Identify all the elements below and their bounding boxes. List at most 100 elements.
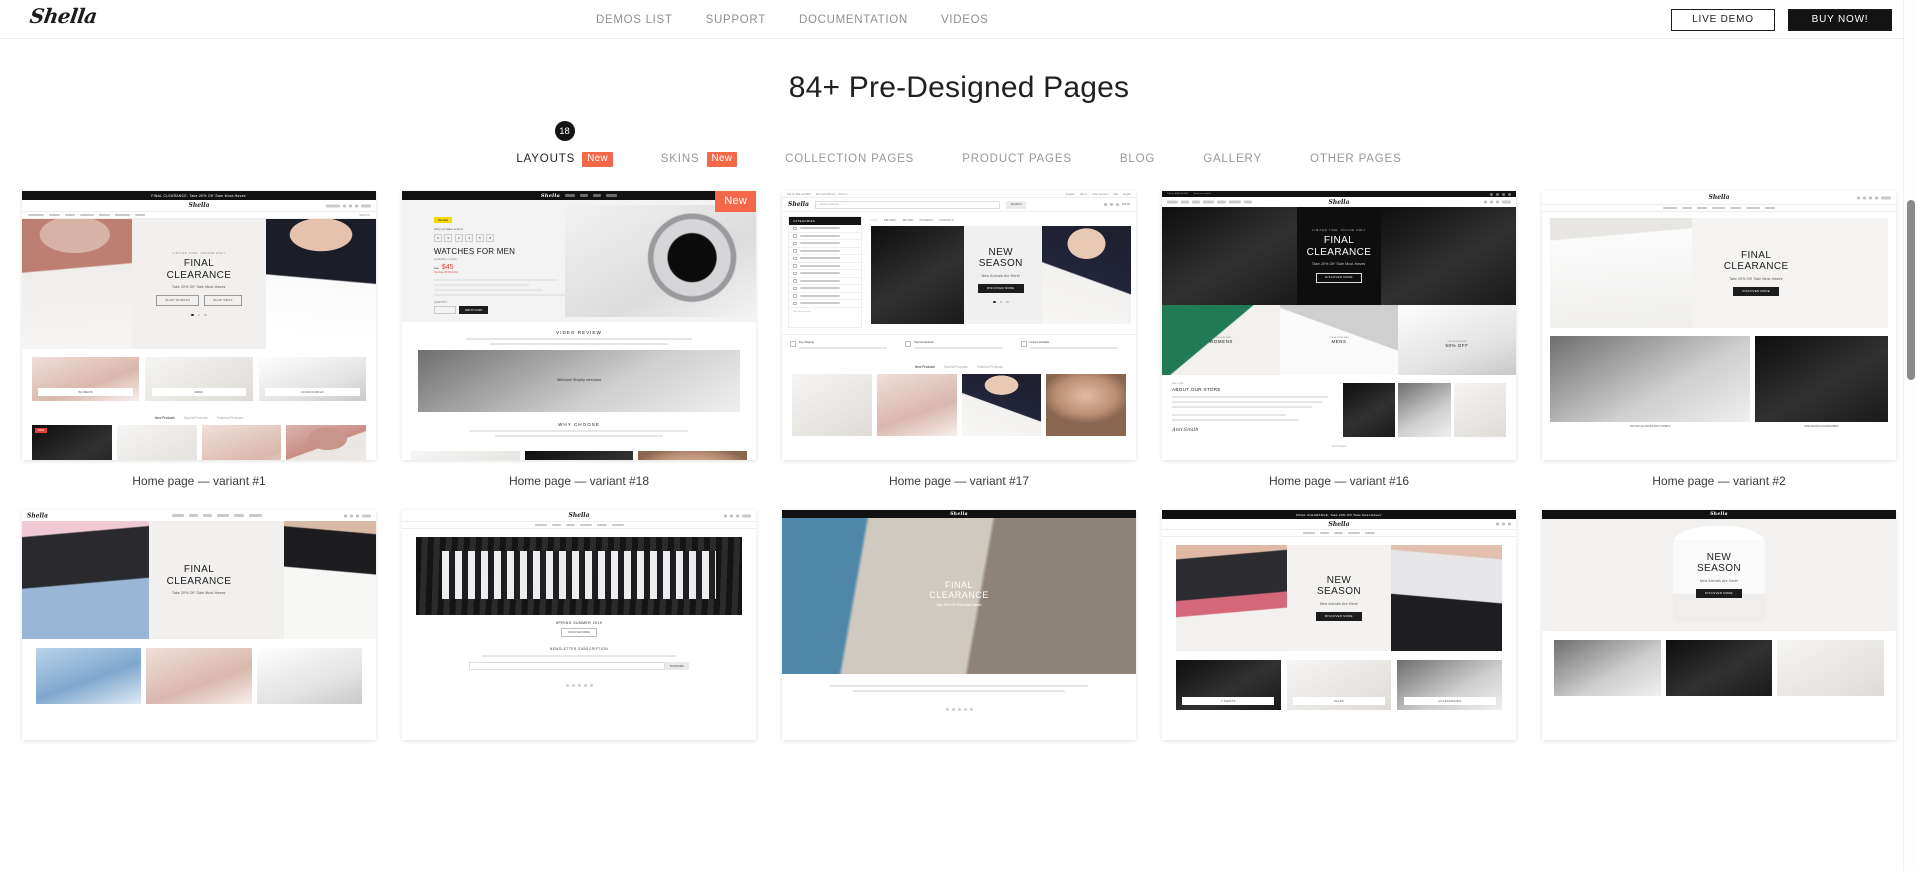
mini-pill	[49, 213, 60, 217]
buy-now-button[interactable]: BUY NOW!	[1788, 8, 1892, 31]
demo-thumbnail-row2-3[interactable]: Shella FINAL CLEARANCE Take 20% Off 'Sal…	[782, 510, 1136, 740]
mini-header: Shella	[22, 200, 376, 211]
sidebar-item[interactable]	[789, 285, 862, 293]
why-tile	[524, 451, 634, 460]
product-thumb	[146, 648, 252, 704]
sidebar-item[interactable]	[789, 270, 862, 278]
newsletter-input[interactable]	[469, 662, 665, 670]
user-icon	[1869, 196, 1872, 199]
topbar-order-services[interactable]: Order Services	[1092, 193, 1108, 196]
tab-blog[interactable]: BLOG	[1096, 149, 1179, 169]
sidebar-item[interactable]	[789, 263, 862, 270]
sidebar-item[interactable]	[789, 248, 862, 255]
nav-item-demos-list[interactable]: DEMOS LIST	[596, 14, 673, 26]
tab-layouts-new-badge: New	[582, 151, 613, 167]
tab-other-pages[interactable]: OTHER PAGES	[1286, 149, 1426, 169]
menu-shop[interactable]: SHOP	[871, 219, 878, 222]
hero-subtitle: Take 20% Off 'Sale Must-Haves'	[171, 591, 227, 596]
tab-product-pages[interactable]: PRODUCT PAGES	[938, 149, 1096, 169]
collection-tile: COLLECTION 2019 WOMENS	[1162, 305, 1280, 375]
hero-eyebrow: LIMITED TIME. ONLINE ONLY	[172, 250, 226, 255]
sidebar-item[interactable]	[789, 225, 862, 233]
newsletter-section: NEWSLETTER SUBSCRIPTION SUBSCRIBE	[402, 647, 756, 670]
demo-caption: Home page — variant #1	[132, 474, 266, 488]
nav-item-videos[interactable]: VIDEOS	[941, 14, 989, 26]
sidebar-more-link[interactable]: See all categories...	[789, 308, 861, 313]
tile-label: MENS	[1331, 338, 1347, 344]
demo-thumbnail-row2-1[interactable]: Shella FINAL CLEARANCE Take 20% Off 'Sal…	[22, 510, 376, 740]
mini-header: Shella	[402, 510, 756, 521]
hero-line-1: NEW	[1706, 551, 1732, 563]
demo-thumbnail-row2-2[interactable]: Shella SPRING SUMMER 2019 DISCOVER MORE …	[402, 510, 756, 740]
product-thumb	[961, 374, 1042, 436]
demo-thumbnail-row2-5[interactable]: Shella NEW SEASON New Arrivals Are Here!…	[1542, 510, 1896, 740]
user-icon	[1502, 522, 1505, 526]
mini-search-input[interactable]: Search products...	[814, 200, 1000, 209]
menu-return[interactable]: RETURN	[903, 219, 914, 222]
mini-hero: FINAL CLEARANCE Take 20% Off 'Sale Must-…	[1550, 218, 1888, 328]
mini-product-band	[22, 639, 376, 713]
live-demo-button[interactable]: LIVE DEMO	[1671, 8, 1775, 31]
price-current: $45	[441, 264, 454, 272]
menu-payments[interactable]: PAYMENTS	[919, 219, 933, 222]
menu-delivery[interactable]: DELIVERY	[884, 219, 897, 222]
sidebar-item[interactable]	[789, 240, 862, 248]
mini-search-button[interactable]: SEARCH	[1005, 200, 1027, 209]
mini-search-label: SEARCH	[359, 213, 370, 217]
topbar-register[interactable]: Register	[1066, 193, 1075, 196]
feature-title: Free Shipping	[799, 341, 814, 344]
newsletter-subscribe-button[interactable]: SUBSCRIBE	[664, 662, 689, 670]
hero-figure-left	[22, 219, 132, 349]
tab-collection-pages[interactable]: COLLECTION PAGES	[761, 149, 938, 169]
menu-contacts[interactable]: CONTACTS	[939, 219, 953, 222]
layouts-count-badge: 18	[554, 121, 575, 141]
photo-tile	[1777, 640, 1885, 696]
tab-gallery[interactable]: GALLERY	[1179, 149, 1286, 169]
tab-skins[interactable]: SKINS New	[637, 149, 761, 169]
feature-item: Returns worldwide	[1020, 341, 1128, 352]
category-tile-label: ACCESSORIES	[1403, 697, 1496, 705]
social-icons	[402, 679, 756, 692]
topbar-language[interactable]: English	[1123, 193, 1131, 196]
section-title-video-review: VIDEO REVIEW	[556, 330, 602, 335]
nav-item-support[interactable]: SUPPORT	[706, 14, 766, 26]
hero-line-2: CLEARANCE	[929, 590, 989, 601]
category-tile: T-SHIRTS	[1176, 660, 1281, 710]
quantity-input[interactable]	[433, 306, 456, 315]
product-thumb	[792, 374, 872, 436]
topbar-currency[interactable]: USD	[1113, 193, 1118, 196]
nav-item-documentation[interactable]: DOCUMENTATION	[799, 14, 908, 26]
tab-layouts[interactable]: 18 LAYOUTS New	[492, 121, 636, 169]
demo-thumbnail-variant-1[interactable]: FINAL CLEARANCE: Take 20% Off 'Sale Must…	[22, 191, 376, 460]
demo-thumbnail-variant-17[interactable]: Call Us: 800-123-4567 Mon-Sun 9:00 a.m. …	[782, 191, 1136, 460]
mini-category-tiles: WOMENS MENS ACCESSORIES	[22, 349, 376, 409]
product-tab-new: New Products	[915, 365, 935, 369]
sidebar-item[interactable]	[789, 255, 862, 263]
demo-thumbnail-variant-2[interactable]: Shella FINAL CLEARANCE Take 20% Off 'Sal…	[1542, 191, 1896, 460]
sidebar-item[interactable]	[789, 278, 862, 285]
sidebar-item[interactable]	[789, 300, 862, 308]
mini-pill	[80, 213, 94, 217]
hero-copy: LIMITED TIME. ONLINE ONLY FINAL CLEARANC…	[1307, 229, 1372, 283]
cart-icon	[355, 204, 358, 207]
sidebar-item[interactable]	[789, 233, 862, 240]
demo-thumbnail-variant-18[interactable]: New Shella Hot Deal Hurry up! Sales ends…	[402, 191, 756, 460]
scrollbar-thumb[interactable]	[1907, 200, 1915, 380]
page-scrollbar[interactable]	[1903, 0, 1918, 871]
about-link[interactable]: Our Products	[1162, 445, 1516, 448]
site-logo[interactable]: Shella	[28, 4, 98, 28]
topbar-signin[interactable]: Sign In	[1080, 193, 1087, 196]
countdown-digit: 8	[486, 234, 495, 243]
video-frame[interactable]: Welcome Shopify merchant	[418, 350, 740, 412]
section-title-why-choose: WHY CHOOSE	[558, 422, 600, 427]
user-icon	[350, 514, 353, 517]
sidebar-item[interactable]	[789, 293, 862, 300]
mini-topbar: Call Us: 800-123-4567 Mon-Sun 9:00 a.m. …	[782, 191, 1136, 198]
product-tab-special: Special Products	[183, 416, 208, 420]
mini-product-row	[782, 374, 1136, 436]
demo-thumbnail-row2-4[interactable]: FINAL CLEARANCE: Take 20% Off 'Sale Must…	[1162, 510, 1516, 740]
about-photos	[1343, 383, 1506, 437]
demo-thumbnail-variant-16[interactable]: Call us: 800-123-4567 Send us an email S…	[1162, 191, 1516, 460]
hero-copy: NEW SEASON New Arrivals Are Here! DISCOV…	[1316, 575, 1362, 622]
add-to-cart-button[interactable]: ADD TO CART	[458, 306, 489, 315]
